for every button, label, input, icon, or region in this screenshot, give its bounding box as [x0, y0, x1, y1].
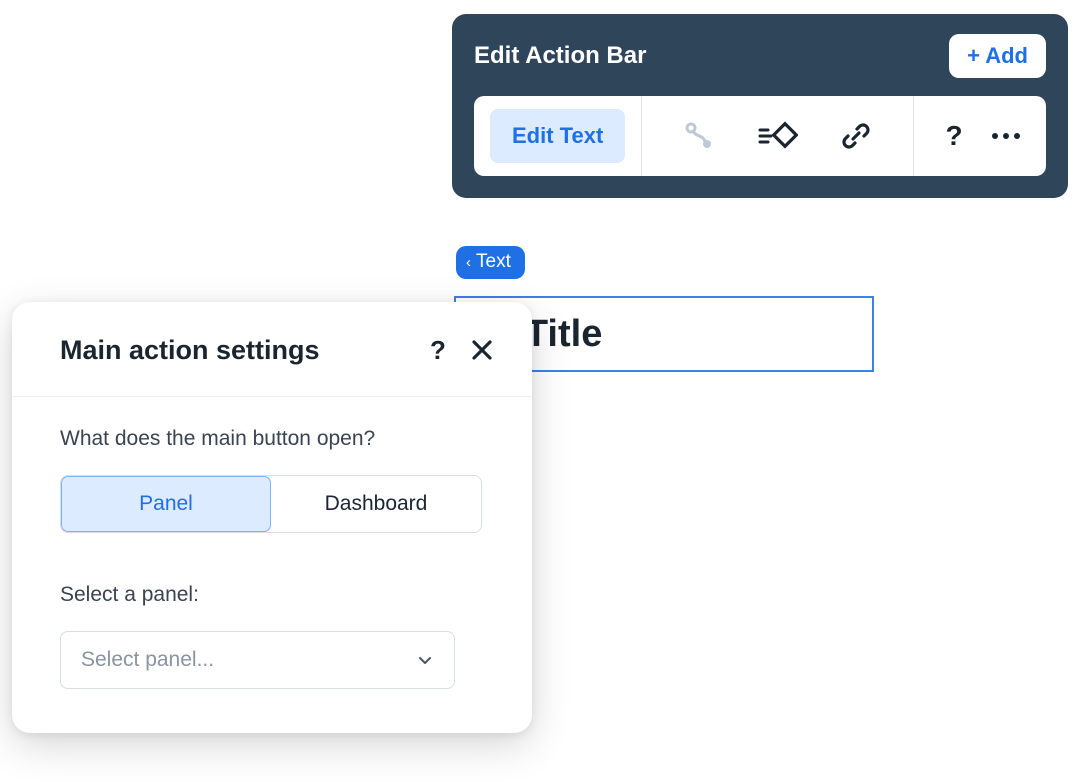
settings-panel-title: Main action settings	[60, 335, 420, 366]
edit-action-bar: Edit Action Bar + Add Edit Text	[452, 14, 1068, 198]
chevron-down-icon	[416, 651, 434, 669]
help-icon[interactable]: ?	[420, 332, 456, 368]
action-bar-title: Edit Action Bar	[474, 42, 646, 70]
edit-text-button[interactable]: Edit Text	[490, 109, 625, 163]
help-icon[interactable]: ?	[932, 114, 976, 158]
close-icon[interactable]	[464, 332, 500, 368]
panel-select-dropdown[interactable]: Select panel...	[60, 631, 455, 689]
animation-diamond-icon[interactable]	[756, 114, 800, 158]
chevron-left-icon: ‹	[466, 254, 471, 271]
add-button[interactable]: + Add	[949, 34, 1046, 78]
panel-select-placeholder: Select panel...	[81, 648, 214, 672]
action-toolbar: Edit Text	[474, 96, 1046, 176]
select-panel-label: Select a panel:	[60, 583, 484, 607]
toggle-dashboard-option[interactable]: Dashboard	[271, 476, 481, 532]
link-icon[interactable]	[834, 114, 878, 158]
main-action-settings-panel: Main action settings ? What does the mai…	[12, 302, 532, 733]
toggle-panel-option[interactable]: Panel	[61, 476, 271, 532]
back-to-text-pill[interactable]: ‹ Text	[456, 246, 525, 279]
more-options-icon[interactable]	[984, 114, 1028, 158]
text-pill-label: Text	[476, 251, 511, 273]
path-icon[interactable]	[677, 114, 721, 158]
main-button-question: What does the main button open?	[60, 427, 484, 451]
open-target-toggle: Panel Dashboard	[60, 475, 482, 533]
